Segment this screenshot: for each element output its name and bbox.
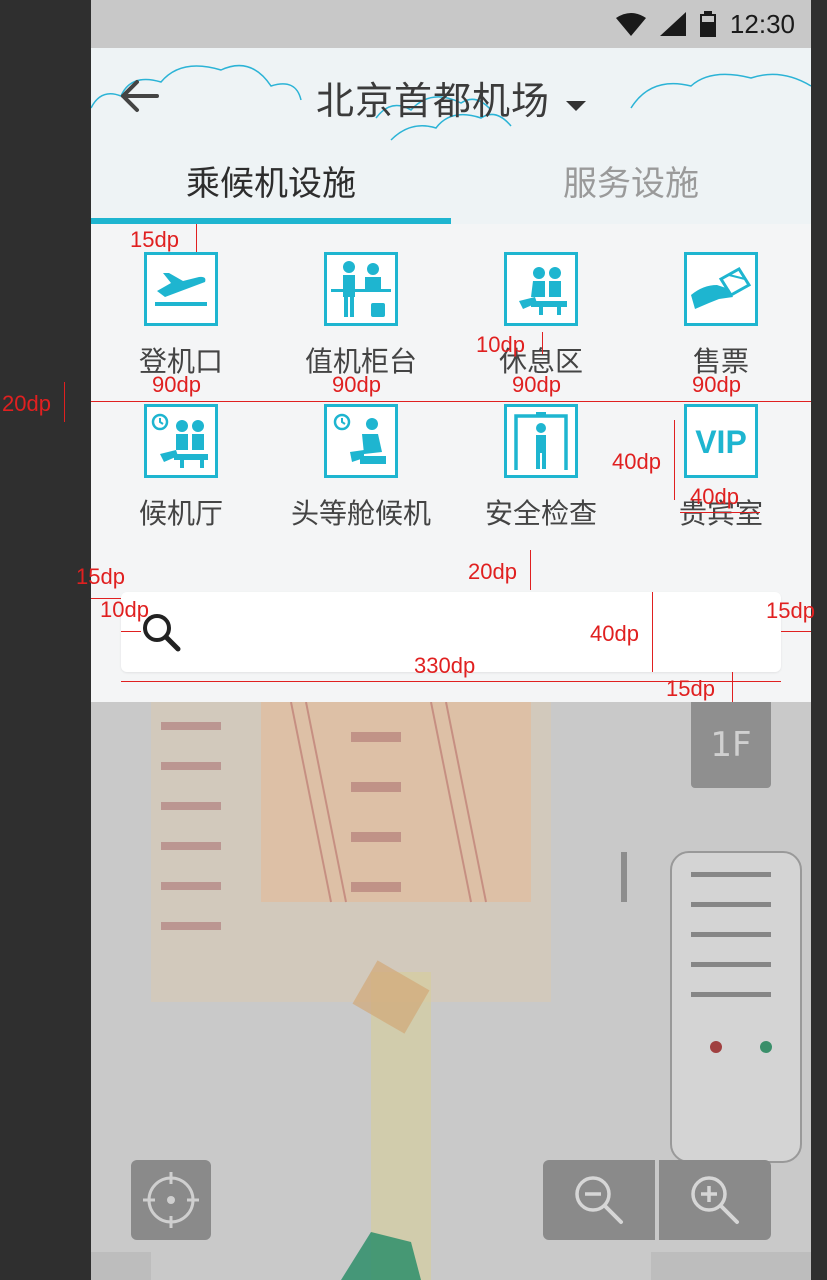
rest-area-icon [504, 252, 578, 326]
facility-departure-gate[interactable]: 登机口 [91, 252, 271, 380]
annotation-right-margin: 15dp [766, 598, 815, 623]
search-input[interactable] [195, 592, 759, 674]
facility-ticketing[interactable]: 售票 [631, 252, 811, 380]
zoom-out-icon [575, 1176, 623, 1224]
vip-icon: VIP [684, 404, 758, 478]
status-bar: 12:30 [91, 0, 811, 48]
facility-panel: 登机口 值机柜台 休息区 售票 候机厅 头等舱候机 安全检查 VIP 贵宾室 [91, 224, 811, 702]
annotation-search-top: 20dp [468, 559, 517, 584]
annotation-row-gap: 20dp [2, 391, 51, 416]
svg-text:VIP: VIP [695, 424, 747, 460]
facility-first-class-lounge[interactable]: 头等舱候机 [271, 404, 451, 532]
annotation-search-width: 330dp [414, 653, 476, 678]
annotation-line [652, 592, 653, 672]
checkin-counter-icon [324, 252, 398, 326]
page-title: 北京首都机场 [315, 79, 550, 123]
signal-icon [659, 12, 686, 36]
departure-icon [144, 252, 218, 326]
facility-label: 头等舱候机 [290, 497, 431, 530]
facility-security-check[interactable]: 安全检查 [451, 404, 631, 532]
waiting-hall-icon [144, 404, 218, 478]
annotation-line [680, 512, 760, 513]
tab-boarding-facilities[interactable]: 乘候机设施 [91, 144, 451, 224]
zoom-in-icon [691, 1176, 739, 1224]
crosshair-icon [143, 1172, 199, 1228]
wifi-icon [615, 13, 646, 36]
annotation-line [121, 631, 141, 632]
annotation-line [674, 420, 675, 500]
annotation-line [542, 332, 543, 354]
chevron-down-icon [566, 100, 586, 111]
annotation-bottom-margin: 15dp [666, 676, 715, 701]
tab-service-facilities[interactable]: 服务设施 [451, 144, 811, 224]
zoom-controls [543, 1160, 771, 1240]
annotation-left-margin: 15dp [76, 564, 125, 589]
annotation-line [64, 382, 65, 422]
ticket-icon [684, 252, 758, 326]
facility-checkin-counter[interactable]: 值机柜台 [271, 252, 451, 380]
annotation-col-width: 90dp [512, 372, 561, 397]
status-time: 12:30 [729, 8, 795, 39]
battery-icon [699, 11, 716, 37]
header: 北京首都机场 乘候机设施 服务设施 [91, 48, 811, 224]
annotation-label-gap: 10dp [476, 332, 525, 357]
phone-screen: 12:30 北京首都机场 乘候机设施 服务设施 登机口 值机柜台 休息区 售票 … [91, 0, 811, 1280]
annotation-icon-width: 40dp [690, 484, 739, 509]
first-class-lounge-icon [324, 404, 398, 478]
facility-rest-area[interactable]: 休息区 [451, 252, 631, 380]
facility-label: 安全检查 [484, 497, 597, 530]
annotation-line [732, 672, 733, 702]
facility-label: 候机厅 [138, 497, 223, 530]
annotation-col-width: 90dp [332, 372, 381, 397]
tab-bar: 乘候机设施 服务设施 [91, 144, 811, 224]
annotation-search-height: 40dp [590, 621, 639, 646]
facility-waiting-hall[interactable]: 候机厅 [91, 404, 271, 532]
annotation-line [91, 401, 811, 402]
locate-button[interactable] [131, 1160, 211, 1240]
annotation-line [781, 631, 811, 632]
annotation-line [530, 550, 531, 590]
annotation-col-width: 90dp [152, 372, 201, 397]
annotation-col-width: 90dp [692, 372, 741, 397]
floor-selector[interactable]: 1F [691, 702, 771, 788]
title-selector[interactable]: 北京首都机场 [91, 70, 811, 125]
annotation-top-margin: 15dp [130, 227, 179, 252]
annotation-line [196, 224, 197, 252]
annotation-icon-height: 40dp [612, 449, 661, 474]
zoom-out-button[interactable] [543, 1160, 655, 1240]
security-check-icon [504, 404, 578, 478]
annotation-icon-inset: 10dp [100, 597, 149, 622]
zoom-in-button[interactable] [659, 1160, 771, 1240]
